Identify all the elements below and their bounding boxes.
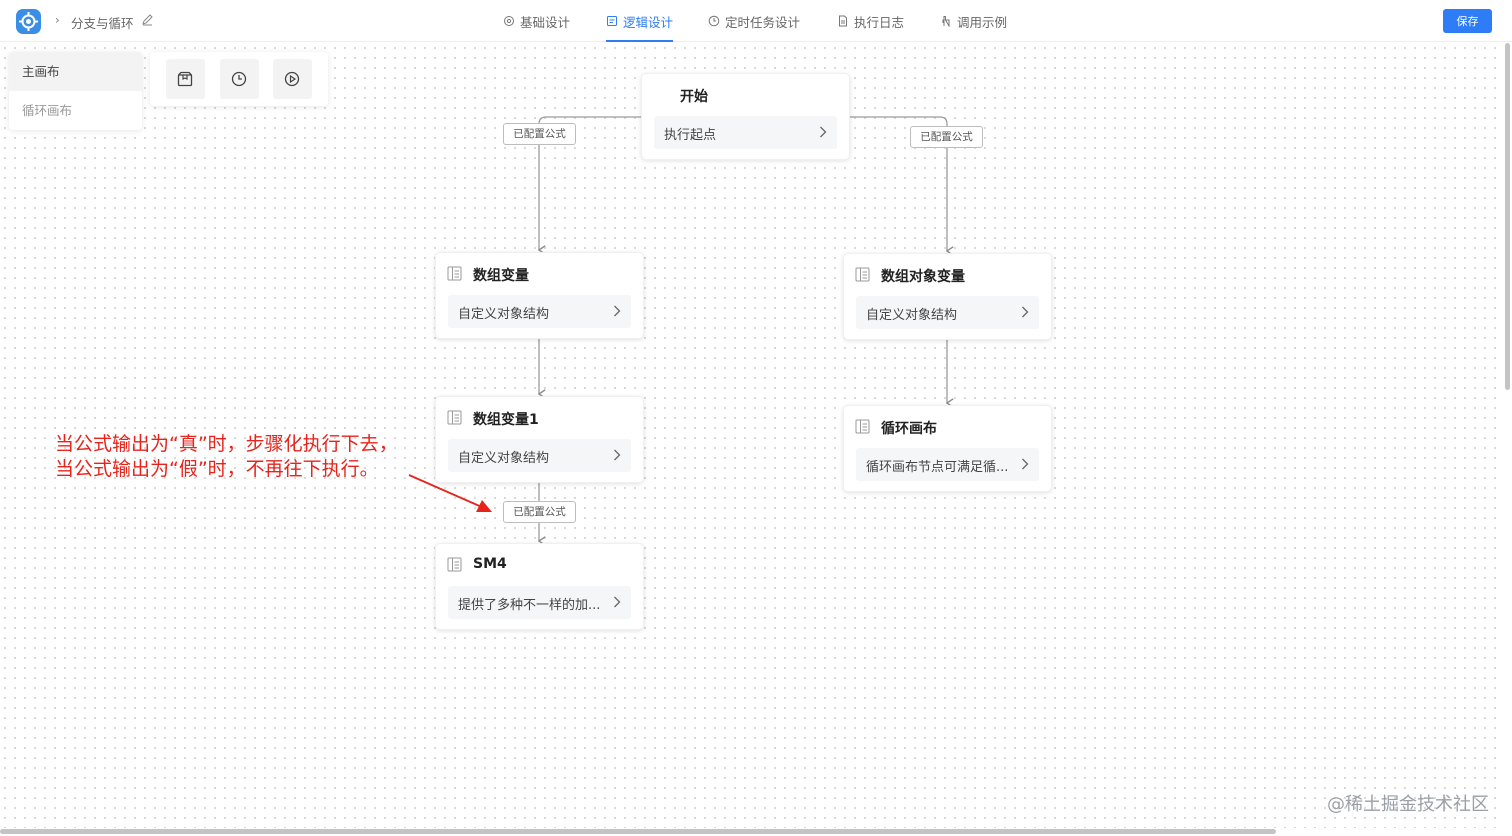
clock-icon	[231, 71, 247, 87]
annotation-line-1: 当公式输出为“真”时，步骤化执行下去，	[55, 433, 398, 455]
node-desc: 提供了多种不一样的加...	[458, 598, 601, 613]
node-body[interactable]: 自定义对象结构	[448, 439, 631, 472]
node-desc: 执行起点	[664, 128, 717, 143]
formula-tag-bottom[interactable]: 已配置公式	[503, 501, 576, 523]
node-loop-canvas[interactable]: 循环画布 循环画布节点可满足循...	[843, 405, 1052, 492]
node-title: 数组变量	[473, 268, 529, 284]
table-icon	[855, 419, 870, 434]
annotation-text: 当公式输出为“真”时，步骤化执行下去， 当公式输出为“假”时，不再往下执行。	[55, 432, 398, 482]
vertical-scrollbar[interactable]	[1505, 43, 1510, 390]
node-title: 开始	[680, 89, 708, 105]
table-icon	[855, 267, 870, 282]
chevron-right-icon	[1022, 458, 1029, 470]
play-icon	[284, 71, 300, 87]
node-title: SM4	[473, 556, 507, 572]
formula-tag-right[interactable]: 已配置公式	[910, 126, 983, 148]
chevron-right-icon	[1022, 306, 1029, 318]
watermark: @稀土掘金技术社区	[1327, 794, 1489, 815]
chevron-right-icon	[614, 449, 621, 461]
horizontal-scrollbar[interactable]	[0, 829, 1276, 834]
node-desc: 自定义对象结构	[458, 307, 550, 322]
package-icon	[177, 71, 193, 87]
table-icon	[447, 266, 462, 281]
node-array-var[interactable]: 数组变量 自定义对象结构	[435, 252, 644, 339]
tab-main-canvas[interactable]: 主画布	[9, 52, 142, 91]
node-start[interactable]: 开始 执行起点	[641, 73, 850, 160]
annotation-line-2: 当公式输出为“假”时，不再往下执行。	[55, 458, 379, 480]
node-body[interactable]: 自定义对象结构	[856, 296, 1039, 329]
node-title: 数组对象变量	[881, 269, 965, 285]
node-desc: 自定义对象结构	[458, 451, 550, 466]
tab-loop-canvas[interactable]: 循环画布	[9, 91, 142, 130]
node-title: 数组变量1	[473, 412, 539, 428]
node-desc: 循环画布节点可满足循...	[866, 460, 1009, 475]
node-body[interactable]: 执行起点	[654, 116, 837, 149]
node-array-var1[interactable]: 数组变量1 自定义对象结构	[435, 396, 644, 483]
node-body[interactable]: 提供了多种不一样的加...	[448, 586, 631, 619]
node-array-obj-var[interactable]: 数组对象变量 自定义对象结构	[843, 253, 1052, 340]
formula-tag-left[interactable]: 已配置公式	[503, 123, 576, 145]
chevron-right-icon	[614, 596, 621, 608]
tool-panel	[150, 52, 328, 106]
chevron-right-icon	[820, 126, 827, 138]
package-button[interactable]	[166, 59, 205, 99]
schedule-button[interactable]	[220, 59, 259, 99]
node-title: 循环画布	[881, 421, 937, 437]
node-sm4[interactable]: SM4 提供了多种不一样的加...	[435, 543, 644, 630]
run-button[interactable]	[273, 59, 312, 99]
table-icon	[447, 410, 462, 425]
node-body[interactable]: 自定义对象结构	[448, 295, 631, 328]
node-body[interactable]: 循环画布节点可满足循...	[856, 448, 1039, 481]
chevron-right-icon	[614, 305, 621, 317]
node-desc: 自定义对象结构	[866, 308, 958, 323]
table-icon	[447, 557, 462, 572]
canvas-switcher: 主画布 循环画布	[9, 52, 142, 130]
